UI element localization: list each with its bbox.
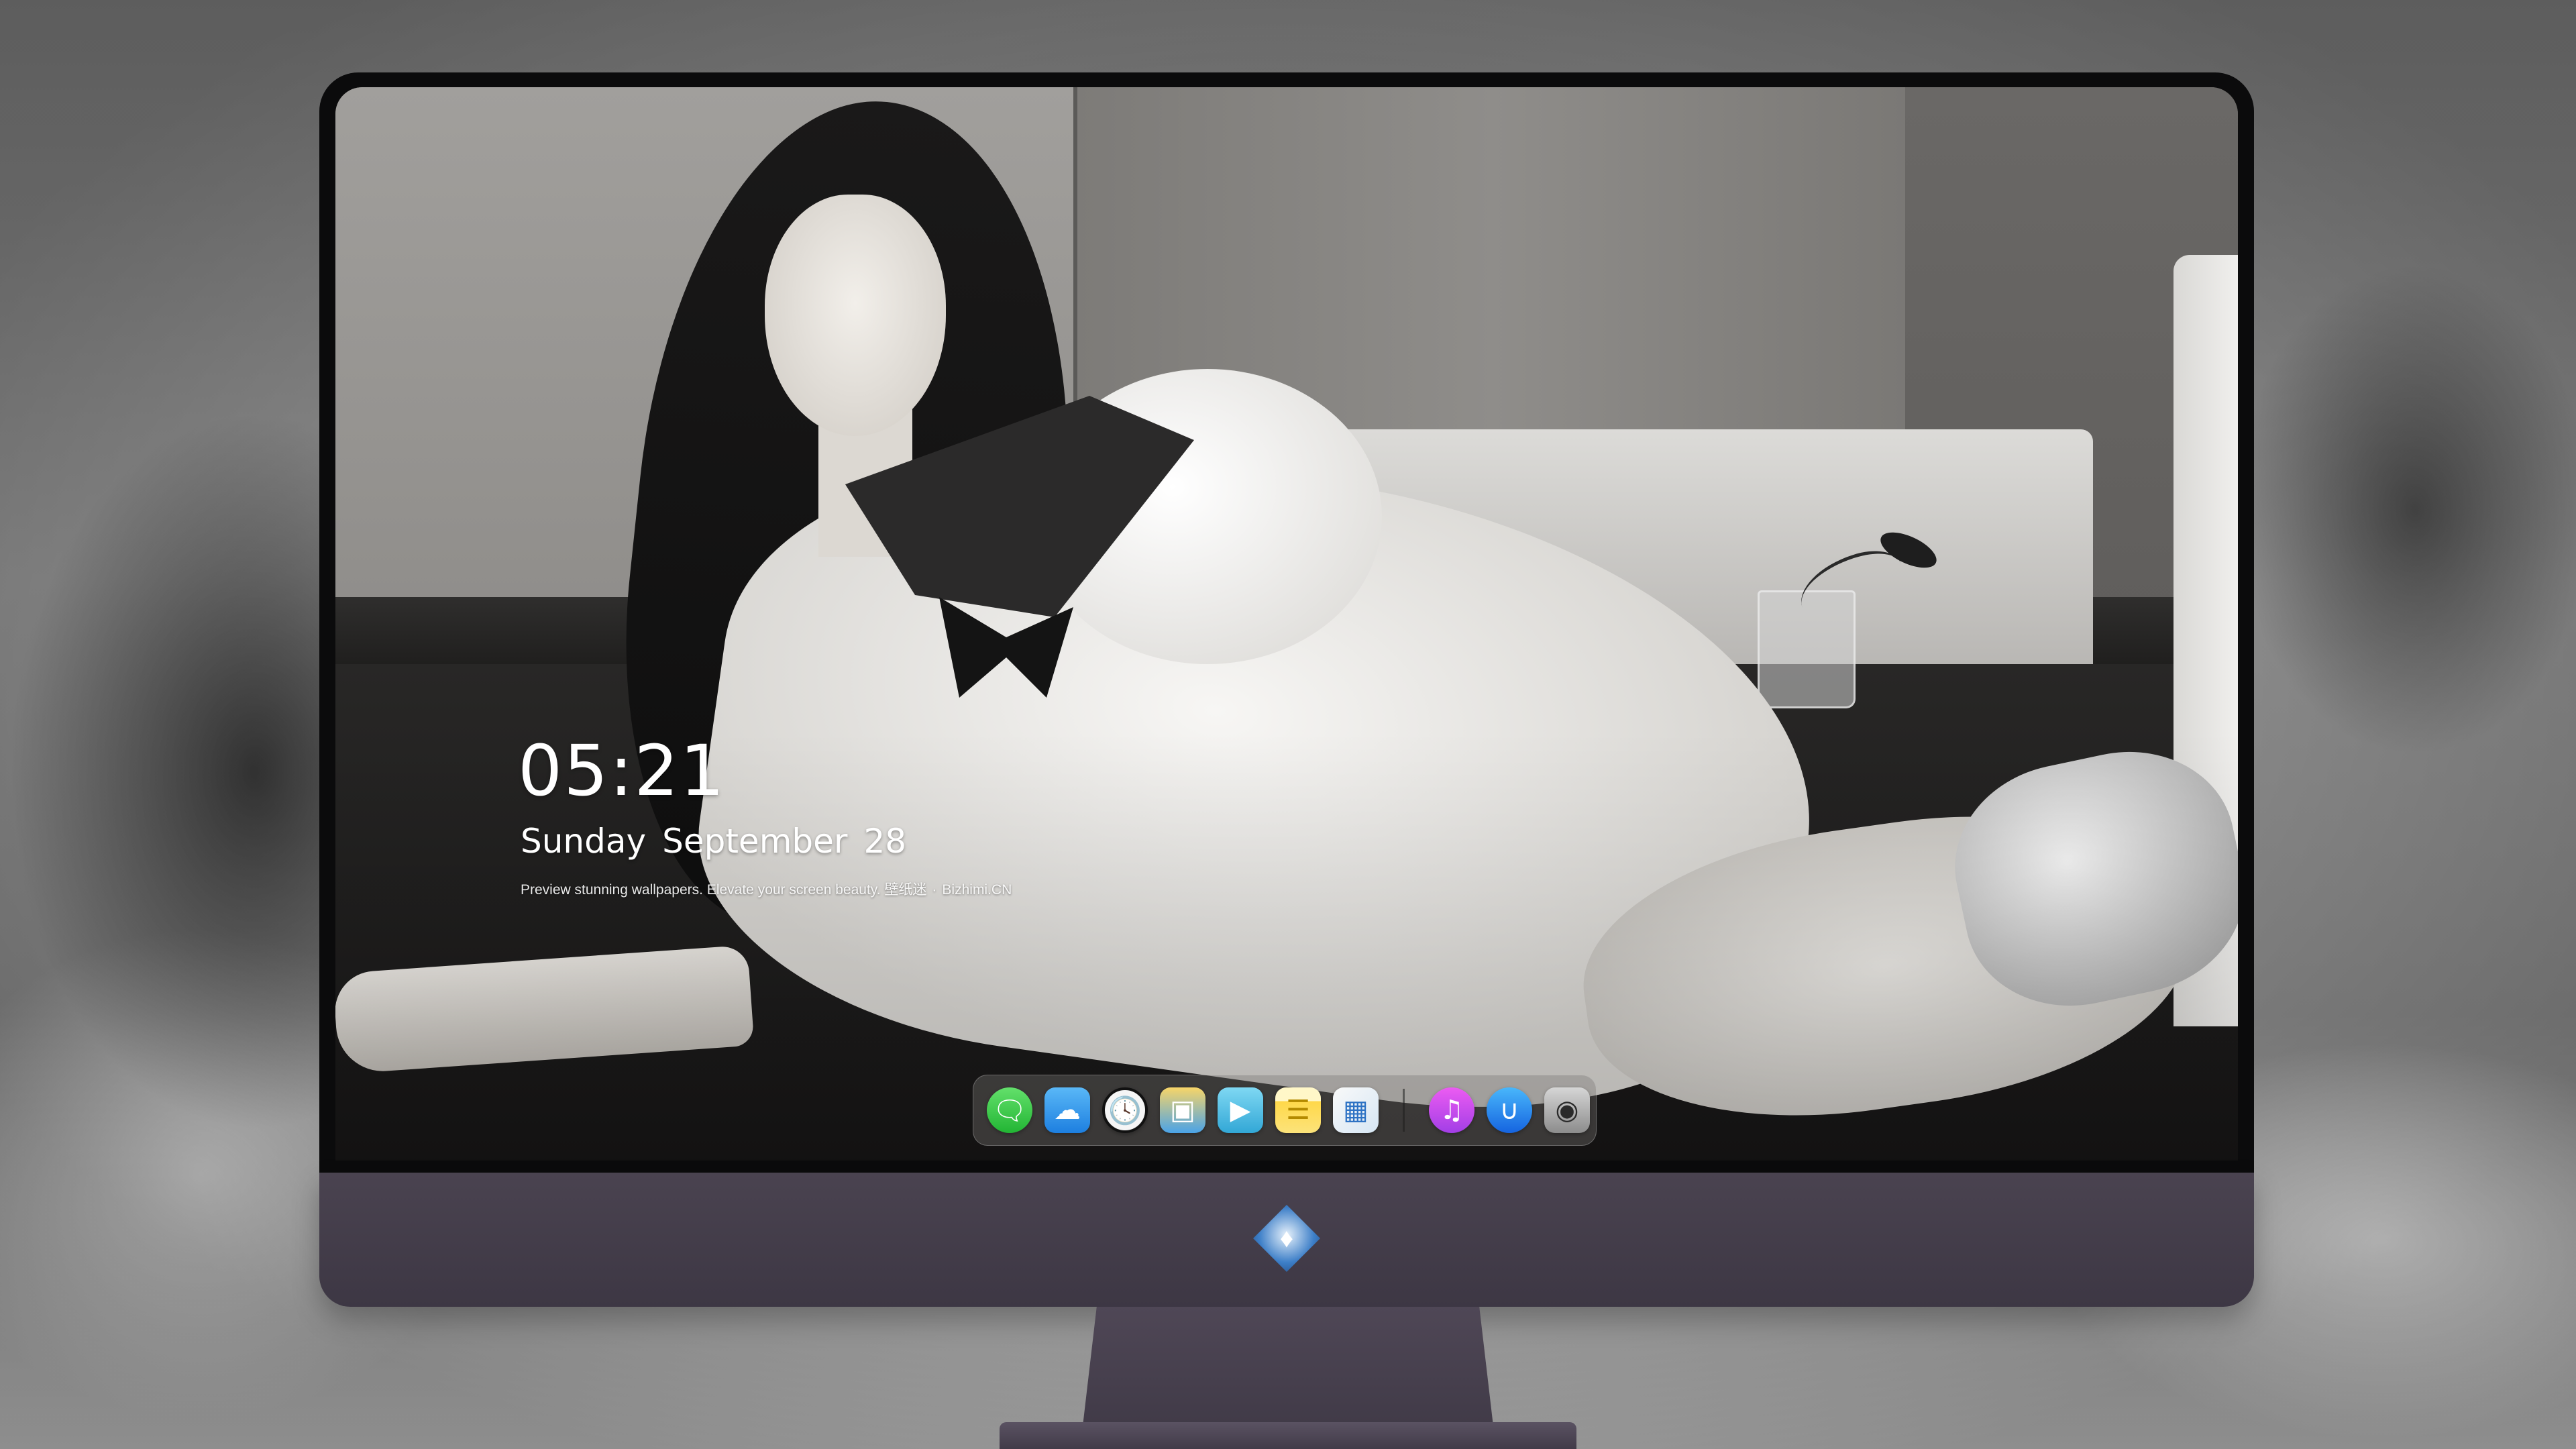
date-day: 28 xyxy=(863,822,907,861)
tagline-brand: 壁纸迷 xyxy=(884,882,927,898)
date-weekday: Sunday xyxy=(521,822,647,861)
dock: 🗨 ☁ 🕓 ▣ ▶ ☰ ▦ ♫ ∪ ◉ xyxy=(973,1075,1597,1146)
notes-icon[interactable]: ☰ xyxy=(1275,1087,1321,1133)
tagline-text: Preview stunning wallpapers. Elevate you… xyxy=(521,882,881,898)
tagline-separator: · xyxy=(932,882,937,898)
messages-icon[interactable]: 🗨 xyxy=(987,1087,1032,1133)
music-icon[interactable]: ♫ xyxy=(1429,1087,1474,1133)
monitor: 05:21 Sunday September 28 Preview stunning… xyxy=(319,72,2254,1307)
weather-icon[interactable]: ☁ xyxy=(1044,1087,1090,1133)
tagline-site[interactable]: Bizhimi.CN xyxy=(942,882,1012,898)
clapperboard-icon[interactable]: ▶ xyxy=(1218,1087,1263,1133)
app-store-icon[interactable]: ∪ xyxy=(1487,1087,1532,1133)
lock-screen-date: Sunday September 28 xyxy=(521,822,922,861)
monitor-bezel: 05:21 Sunday September 28 Preview stunning… xyxy=(319,72,2254,1173)
photos-icon[interactable]: ▦ xyxy=(1333,1087,1379,1133)
wallpaper-tagline: Preview stunning wallpapers. Elevate you… xyxy=(521,879,1012,899)
screen: 05:21 Sunday September 28 Preview stunning… xyxy=(335,87,2238,1161)
camera-icon[interactable]: ◉ xyxy=(1544,1087,1590,1133)
wallpaper-tint xyxy=(335,87,2238,1161)
clock-icon[interactable]: 🕓 xyxy=(1102,1087,1148,1133)
dock-separator xyxy=(1403,1089,1405,1132)
date-month: September xyxy=(662,822,848,861)
monitor-stand-base xyxy=(1000,1422,1576,1449)
preview-icon[interactable]: ▣ xyxy=(1160,1087,1205,1133)
lock-screen-time: 05:21 xyxy=(518,730,726,812)
